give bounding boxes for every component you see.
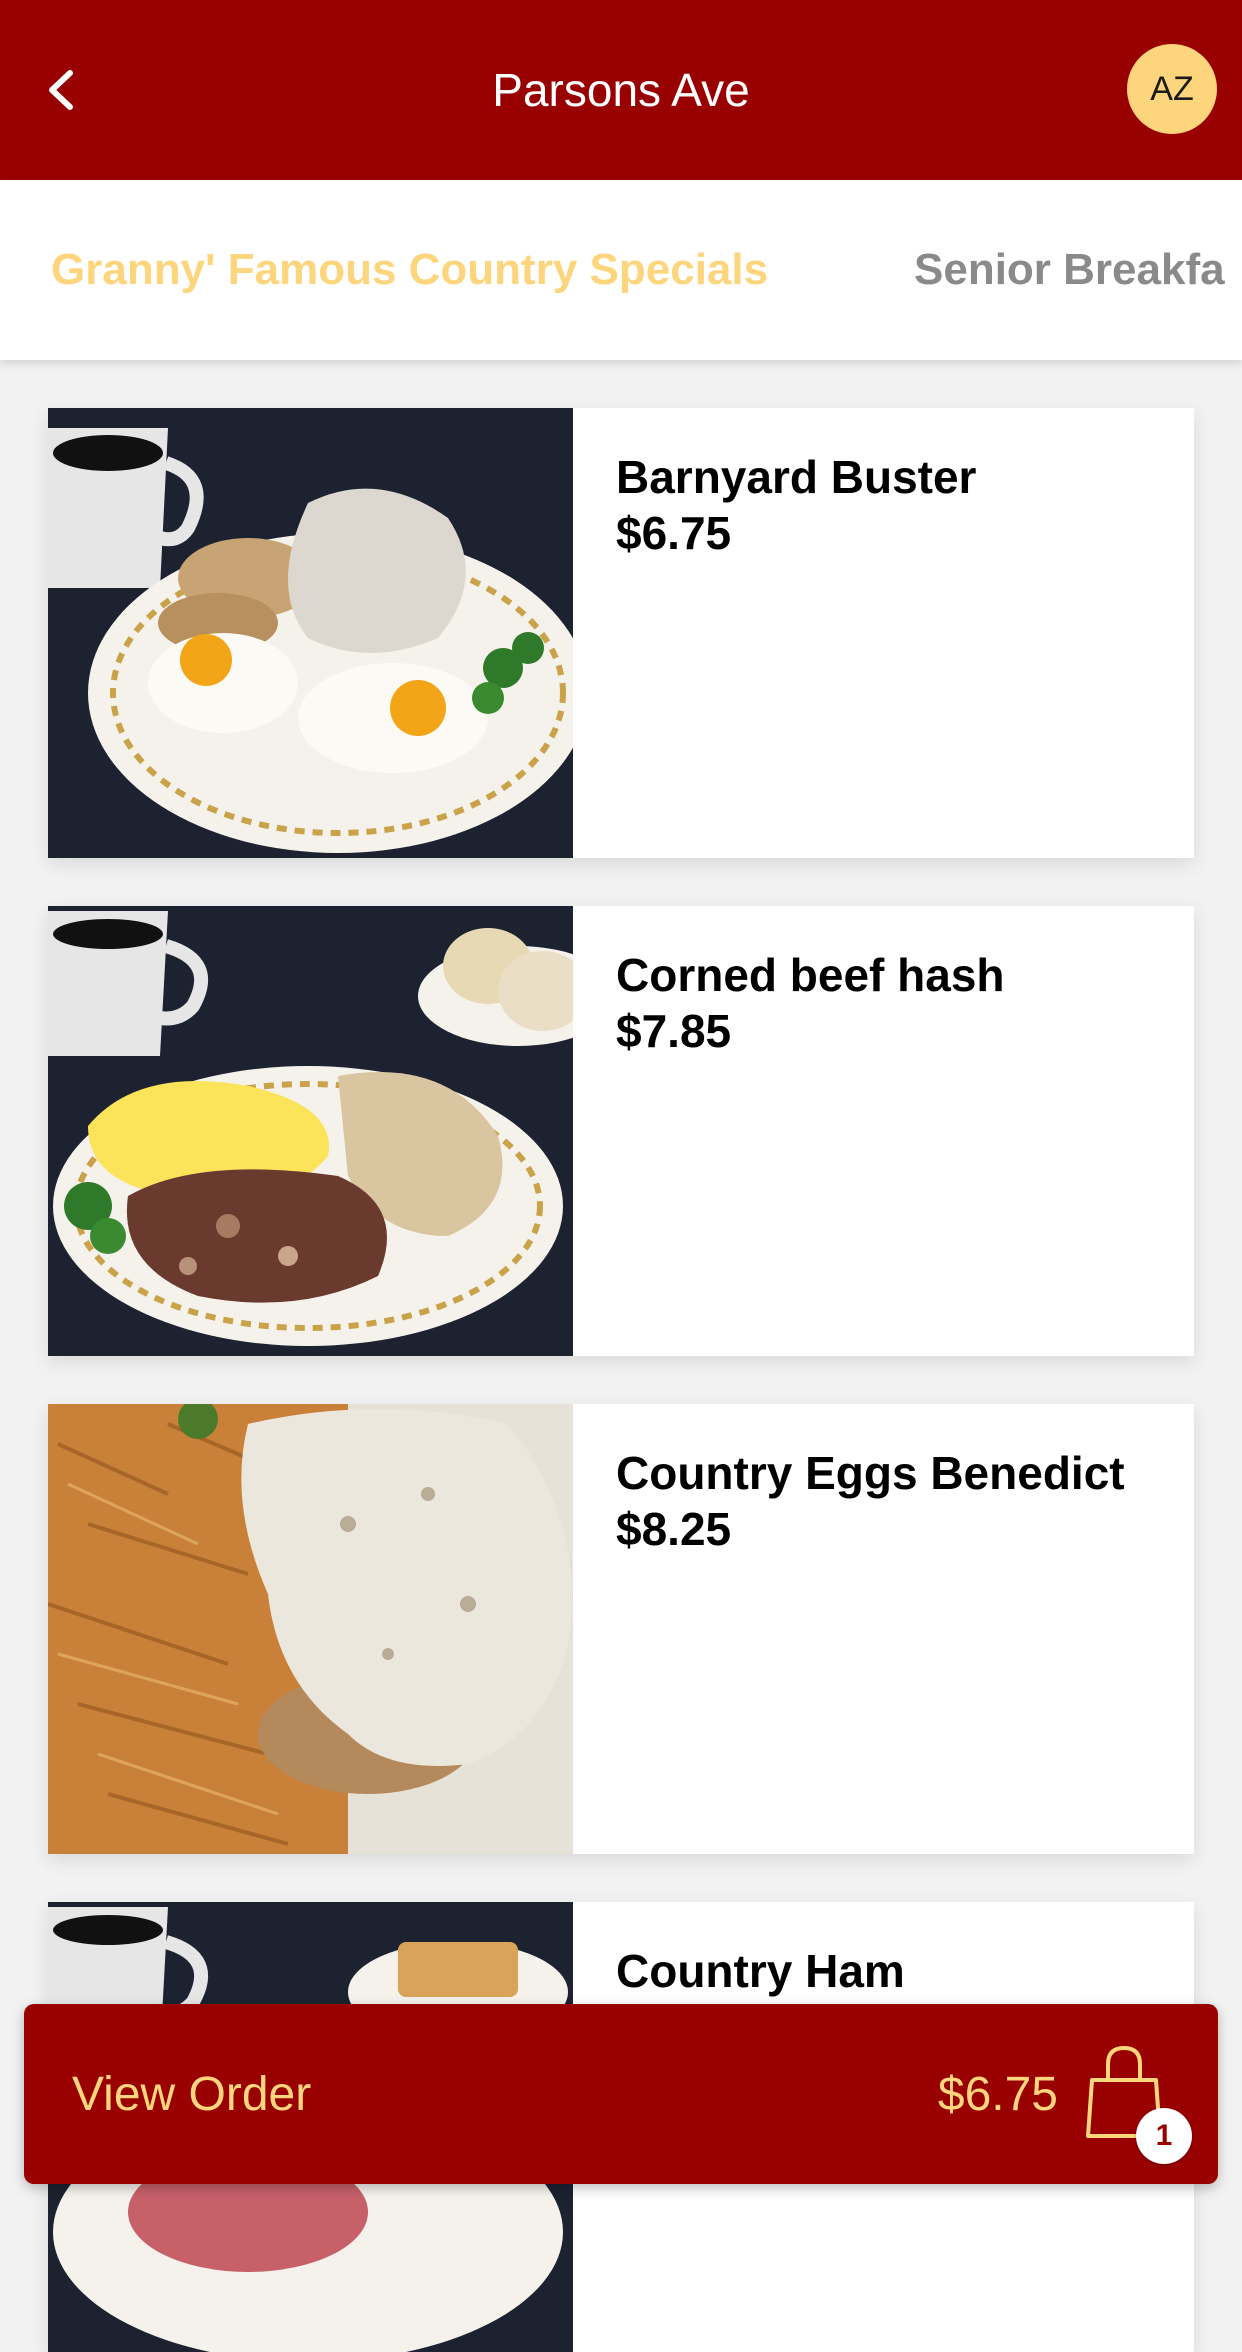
avatar[interactable]: AZ: [1127, 44, 1217, 134]
page-title: Parsons Ave: [492, 64, 750, 116]
menu-item-name: Country Ham: [616, 1945, 905, 1997]
menu-item-card[interactable]: Country Eggs Benedict $8.25: [48, 1404, 1194, 1854]
menu-item-card[interactable]: Corned beef hash $7.85: [48, 906, 1194, 1356]
tab-senior-breakfast[interactable]: Senior Breakfa: [914, 180, 1225, 360]
view-order-label: View Order: [72, 2067, 312, 2121]
tab-granny-famous-country-specials[interactable]: Granny' Famous Country Specials: [51, 180, 768, 360]
category-tabs: Granny' Famous Country Specials Senior B…: [0, 180, 1242, 360]
view-order-button[interactable]: View Order $6.75 1: [24, 2004, 1218, 2184]
menu-item-price: $7.85: [616, 1005, 732, 1057]
menu-item-name: Corned beef hash: [616, 949, 1005, 1001]
menu-item-photo: [48, 1404, 573, 1854]
menu-item-photo: [48, 906, 573, 1356]
order-total: $6.75: [937, 2067, 1058, 2121]
menu-item-price: $8.25: [616, 1503, 732, 1555]
cart-count-badge: 1: [1136, 2108, 1192, 2164]
menu-item-name: Country Eggs Benedict: [616, 1447, 1125, 1499]
menu-item-card[interactable]: Barnyard Buster $6.75: [48, 408, 1194, 858]
menu-item-name: Barnyard Buster: [616, 451, 977, 503]
app-header: Parsons Ave AZ: [0, 0, 1242, 180]
menu-item-photo: [48, 408, 573, 858]
menu-item-price: $6.75: [616, 507, 732, 559]
